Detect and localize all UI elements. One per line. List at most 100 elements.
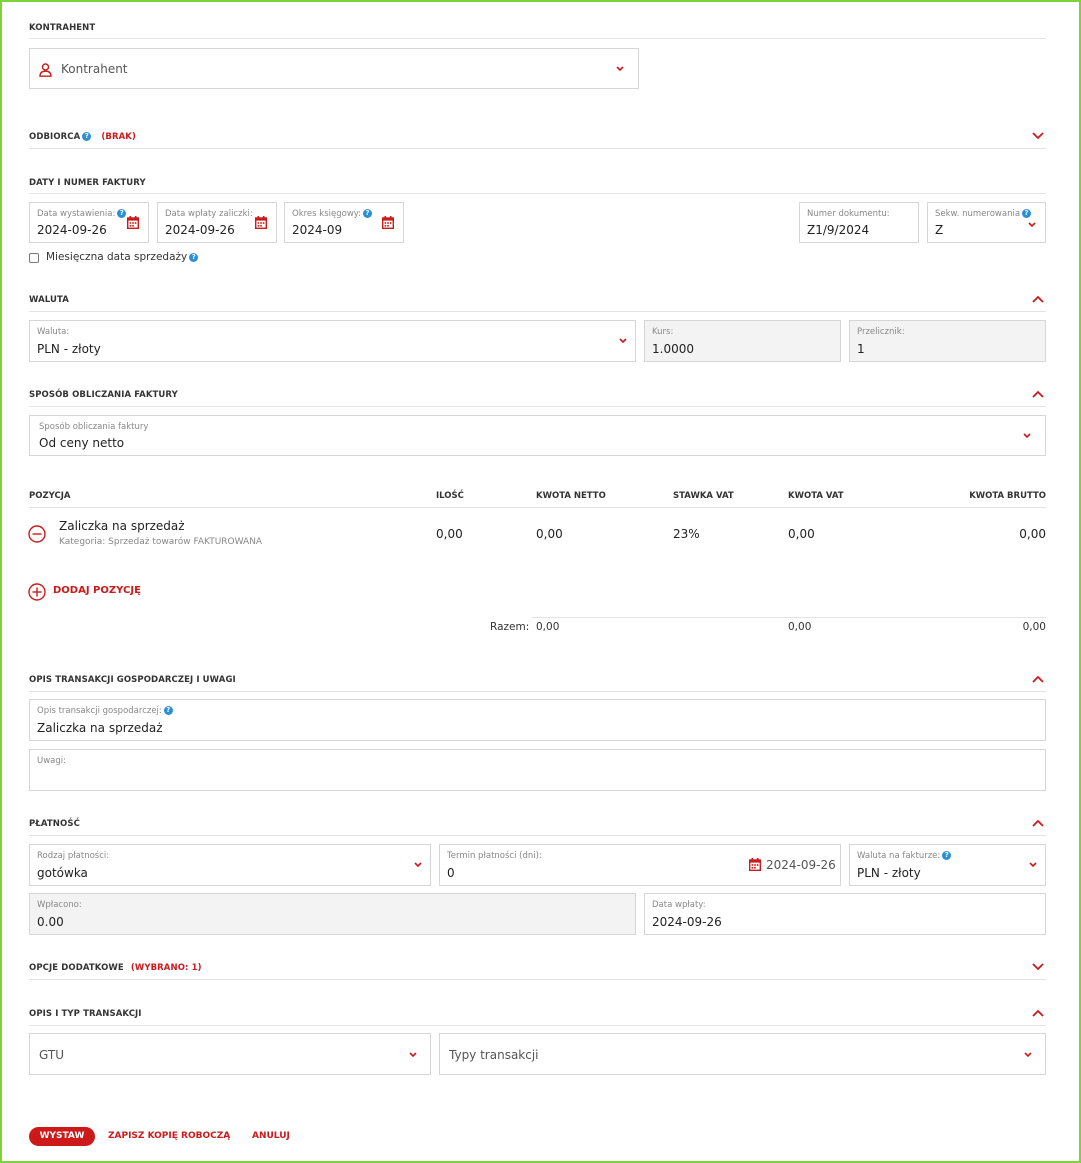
remove-row-icon[interactable] bbox=[28, 525, 46, 547]
help-icon[interactable]: ? bbox=[82, 132, 92, 141]
divider bbox=[29, 311, 1046, 312]
zapisz-kopie-robocza-button[interactable]: ZAPISZ KOPIĘ ROBOCZĄ bbox=[108, 1131, 230, 1141]
wplacono-field[interactable]: Wpłacono: 0.00 bbox=[29, 893, 636, 935]
sposob-label: Sposób obliczania faktury bbox=[39, 422, 149, 432]
waluta-value: PLN - złoty bbox=[37, 342, 101, 356]
razem-netto: 0,00 bbox=[536, 621, 560, 633]
chevron-up-icon[interactable] bbox=[1031, 389, 1045, 399]
opcje-status: (WYBRANO: 1) bbox=[130, 963, 202, 973]
przelicznik-field[interactable]: Przelicznik: 1 bbox=[849, 320, 1046, 362]
miesieczna-checkbox[interactable] bbox=[29, 253, 39, 263]
data-wplaty-zaliczki-label: Data wpłaty zaliczki: bbox=[165, 209, 253, 219]
chevron-down-icon bbox=[408, 1051, 422, 1061]
divider bbox=[29, 148, 1046, 149]
user-icon bbox=[39, 62, 52, 81]
chevron-down-icon bbox=[1027, 221, 1041, 231]
field-label: Sekw. numerowania? bbox=[935, 209, 1032, 219]
chevron-down-icon bbox=[618, 337, 632, 347]
sekw-numerowania-select[interactable]: Sekw. numerowania? Z bbox=[927, 202, 1046, 243]
help-icon[interactable]: ? bbox=[1022, 209, 1032, 218]
field-label: Data wystawienia:? bbox=[37, 209, 127, 219]
sekw-numerowania-value: Z bbox=[935, 223, 944, 237]
column-header-stawka-vat: STAWKA VAT bbox=[673, 491, 734, 501]
waluta-na-fakturze-value: PLN - złoty bbox=[857, 866, 921, 880]
section-title-opis: OPIS TRANSAKCJI GOSPODARCZEJ I UWAGI bbox=[29, 675, 236, 685]
opcje-title-text: OPCJE DODATKOWE bbox=[29, 963, 124, 973]
chevron-up-icon[interactable] bbox=[1031, 818, 1045, 828]
uwagi-label: Uwagi: bbox=[37, 756, 67, 766]
row-name[interactable]: Zaliczka na sprzedaż bbox=[59, 519, 185, 533]
divider bbox=[532, 617, 1046, 618]
column-header-kwota-brutto: KWOTA BRUTTO bbox=[969, 491, 1046, 501]
help-icon[interactable]: ? bbox=[942, 851, 952, 860]
chevron-down-icon[interactable] bbox=[1031, 962, 1045, 972]
window-frame bbox=[0, 0, 1081, 1163]
calendar-icon[interactable] bbox=[382, 216, 394, 229]
odbiorca-title-text: ODBIORCA bbox=[29, 132, 81, 142]
waluta-na-fakturze-select[interactable]: Waluta na fakturze:? PLN - złoty bbox=[849, 844, 1046, 886]
chevron-up-icon[interactable] bbox=[1031, 294, 1045, 304]
row-stawka-vat: 23% bbox=[673, 527, 700, 541]
chevron-down-icon bbox=[1028, 861, 1042, 871]
section-title-odbiorca: ODBIORCA? (BRAK) bbox=[29, 132, 136, 142]
kurs-field[interactable]: Kurs: 1.0000 bbox=[644, 320, 841, 362]
kurs-label: Kurs: bbox=[652, 327, 674, 337]
row-kwota-netto: 0,00 bbox=[536, 527, 563, 541]
help-icon[interactable]: ? bbox=[117, 209, 127, 218]
termin-platnosci-label: Termin płatności (dni): bbox=[447, 851, 542, 861]
section-title-kontrahent: KONTRAHENT bbox=[29, 23, 96, 33]
przelicznik-value: 1 bbox=[857, 342, 865, 356]
numer-dokumentu-value: Z1/9/2024 bbox=[807, 223, 870, 237]
opis-transakcji-label: Opis transakcji gospodarczej: bbox=[37, 706, 162, 716]
calendar-icon[interactable] bbox=[255, 216, 267, 229]
chevron-up-icon[interactable] bbox=[1031, 674, 1045, 684]
help-icon[interactable]: ? bbox=[363, 209, 373, 218]
data-wystawienia-value: 2024-09-26 bbox=[37, 223, 107, 237]
divider bbox=[29, 406, 1046, 407]
calendar-icon[interactable] bbox=[127, 216, 139, 229]
field-label: Opis transakcji gospodarczej:? bbox=[37, 706, 173, 716]
divider bbox=[29, 193, 1046, 194]
row-kwota-vat: 0,00 bbox=[788, 527, 815, 541]
chevron-up-icon[interactable] bbox=[1031, 1008, 1045, 1018]
data-wplaty-zaliczki-field[interactable]: Data wpłaty zaliczki: 2024-09-26 bbox=[157, 202, 277, 243]
przelicznik-label: Przelicznik: bbox=[857, 327, 905, 337]
okres-ksiegowy-field[interactable]: Okres księgowy:? 2024-09 bbox=[284, 202, 404, 243]
wystaw-button[interactable]: WYSTAW bbox=[29, 1127, 95, 1146]
chevron-down-icon bbox=[1022, 432, 1036, 442]
wplacono-value: 0.00 bbox=[37, 915, 64, 929]
gtu-placeholder: GTU bbox=[39, 1048, 64, 1062]
data-wplaty-field[interactable]: Data wpłaty: 2024-09-26 bbox=[644, 893, 1046, 935]
data-wplaty-zaliczki-value: 2024-09-26 bbox=[165, 223, 235, 237]
data-wystawienia-field[interactable]: Data wystawienia:? 2024-09-26 bbox=[29, 202, 149, 243]
calendar-icon[interactable] bbox=[749, 858, 761, 871]
termin-platnosci-value: 0 bbox=[447, 866, 455, 880]
okres-ksiegowy-value: 2024-09 bbox=[292, 223, 343, 237]
add-position-label: DODAJ POZYCJĘ bbox=[53, 585, 141, 596]
rodzaj-platnosci-select[interactable]: Rodzaj płatności: gotówka bbox=[29, 844, 431, 886]
chevron-down-icon[interactable] bbox=[1031, 131, 1045, 141]
row-ilosc: 0,00 bbox=[436, 527, 463, 541]
termin-platnosci-date: 2024-09-26 bbox=[766, 858, 836, 872]
gtu-select[interactable]: GTU bbox=[29, 1033, 431, 1075]
data-wplaty-label: Data wpłaty: bbox=[652, 900, 706, 910]
column-header-kwota-netto: KWOTA NETTO bbox=[536, 491, 606, 501]
sekw-numerowania-label: Sekw. numerowania bbox=[935, 209, 1021, 219]
waluta-select[interactable]: Waluta: PLN - złoty bbox=[29, 320, 636, 362]
help-icon[interactable]: ? bbox=[189, 253, 199, 262]
help-icon[interactable]: ? bbox=[163, 706, 173, 715]
divider bbox=[29, 835, 1046, 836]
kontrahent-select[interactable]: Kontrahent bbox=[29, 48, 639, 89]
razem-brutto: 0,00 bbox=[1022, 621, 1046, 633]
sposob-obliczania-select[interactable]: Sposób obliczania faktury Od ceny netto bbox=[29, 415, 1046, 456]
opis-transakcji-field[interactable]: Opis transakcji gospodarczej:? Zaliczka … bbox=[29, 699, 1046, 741]
numer-dokumentu-field[interactable]: Numer dokumentu: Z1/9/2024 bbox=[799, 202, 919, 243]
termin-platnosci-field[interactable]: Termin płatności (dni): 0 2024-09-26 bbox=[439, 844, 841, 886]
column-header-ilosc: ILOŚĆ bbox=[436, 491, 464, 501]
typy-transakcji-select[interactable]: Typy transakcji bbox=[439, 1033, 1046, 1075]
anuluj-button[interactable]: ANULUJ bbox=[252, 1131, 290, 1141]
miesieczna-label-text: Miesięczna data sprzedaży bbox=[46, 251, 188, 263]
kontrahent-placeholder: Kontrahent bbox=[61, 62, 128, 76]
uwagi-field[interactable]: Uwagi: bbox=[29, 749, 1046, 791]
field-label: Okres księgowy:? bbox=[292, 209, 373, 219]
